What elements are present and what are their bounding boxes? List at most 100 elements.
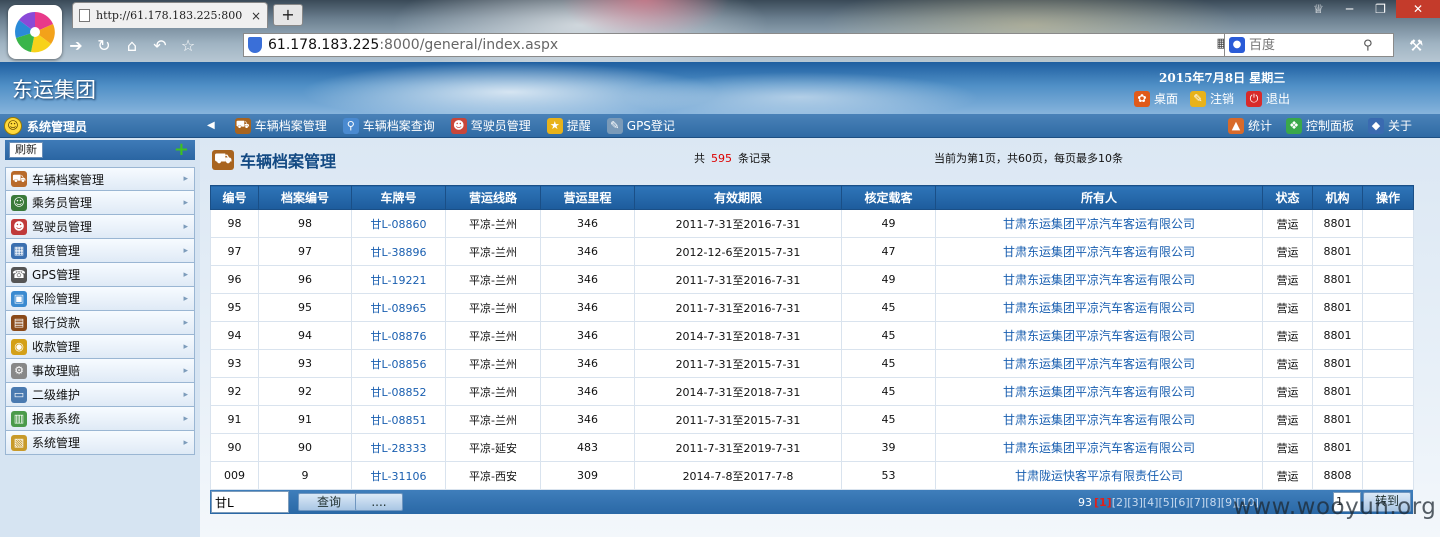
column-header[interactable]: 编号 [210,185,259,210]
table-row[interactable]: 97 97 甘L-38896 平凉-兰州 346 2012-12-6至2015-7-31 4… [210,237,1414,266]
desktop-link[interactable]: ✿ 桌面 [1134,90,1178,107]
current-page[interactable]: [1] [1094,496,1112,509]
column-header[interactable]: 车牌号 [351,185,446,210]
column-header[interactable]: 操作 [1362,185,1414,210]
owner-link[interactable]: 甘肃东运集团平凉汽车客运有限公司 [935,433,1263,462]
sidebar-item[interactable]: ▥ 报表系统 ▸ [5,407,195,431]
table-row[interactable]: 93 93 甘L-08856 平凉-兰州 346 2011-7-31至2015-7-31 4… [210,349,1414,378]
add-icon[interactable]: + [174,140,189,160]
sidebar-item[interactable]: ☻ 驾驶员管理 ▸ [5,215,195,239]
sidebar-item[interactable]: ▦ 租赁管理 ▸ [5,239,195,263]
tab-close-icon[interactable]: × [251,9,261,23]
sidebar-item[interactable]: ▧ 系统管理 ▸ [5,431,195,455]
shortcut-vehicle-archive[interactable]: ⛟ 车辆档案管理 [234,117,327,134]
back-icon[interactable]: ➔ [64,33,88,57]
reload-icon[interactable]: ↻ [92,33,116,57]
sidebar-menu: ⛟ 车辆档案管理 ▸ ☺ 乘务员管理 ▸ ☻ 驾驶员管理 ▸ ▦ 租赁管理 ▸ ☎ GPS管理 ▸ ▣ 保险管理… [5,167,195,455]
column-header[interactable]: 有效期限 [634,185,842,210]
search-box[interactable]: ● ⚲ [1224,33,1394,57]
plate-link[interactable]: 甘L-08851 [351,405,446,434]
column-header[interactable]: 档案编号 [258,185,352,210]
owner-link[interactable]: 甘肃东运集团平凉汽车客运有限公司 [935,209,1263,238]
column-header[interactable]: 机构 [1312,185,1363,210]
maximize-icon[interactable]: ❐ [1365,0,1396,18]
table-row[interactable]: 95 95 甘L-08965 平凉-兰州 346 2011-7-31至2016-7-31 4… [210,293,1414,322]
owner-link[interactable]: 甘肃东运集团平凉汽车客运有限公司 [935,237,1263,266]
table-row[interactable]: 96 96 甘L-19221 平凉-兰州 346 2011-7-31至2016-7-31 4… [210,265,1414,294]
action-cell[interactable] [1362,461,1414,490]
plate-link[interactable]: 甘L-31106 [351,461,446,490]
logout-link[interactable]: ✎ 注销 [1190,90,1234,107]
tools-wrench-icon[interactable]: ⚒ [1409,36,1423,55]
owner-link[interactable]: 甘肃东运集团平凉汽车客运有限公司 [935,405,1263,434]
owner-link[interactable]: 甘肃陇运快客平凉有限责任公司 [935,461,1263,490]
column-header[interactable]: 所有人 [935,185,1263,210]
search-field[interactable] [211,491,289,513]
sidebar-item[interactable]: ⚙ 事故理赔 ▸ [5,359,195,383]
undo-icon[interactable]: ↶ [148,33,172,57]
sidebar-item[interactable]: ☎ GPS管理 ▸ [5,263,195,287]
close-window-icon[interactable]: ✕ [1396,0,1440,18]
action-cell[interactable] [1362,237,1414,266]
action-cell[interactable] [1362,433,1414,462]
table-row[interactable]: 92 92 甘L-08852 平凉-兰州 346 2014-7-31至2018-7-31 4… [210,377,1414,406]
address-bar[interactable]: 61.178.183.225 :8000/general/index.aspx … [243,33,1281,57]
shirt-icon[interactable]: ♕ [1303,0,1334,18]
plate-link[interactable]: 甘L-19221 [351,265,446,294]
collapse-arrow-icon[interactable]: ◀ [207,120,215,131]
sidebar-item[interactable]: ◉ 收款管理 ▸ [5,335,195,359]
browser-tab[interactable]: http://61.178.183.225:800 × [72,2,268,28]
plate-link[interactable]: 甘L-08852 [351,377,446,406]
owner-link[interactable]: 甘肃东运集团平凉汽车客运有限公司 [935,321,1263,350]
action-cell[interactable] [1362,293,1414,322]
owner-link[interactable]: 甘肃东运集团平凉汽车客运有限公司 [935,265,1263,294]
new-tab-button[interactable]: + [273,4,303,26]
plate-link[interactable]: 甘L-08965 [351,293,446,322]
shortcut-gps[interactable]: ✎ GPS登记 [606,117,675,134]
column-header[interactable]: 核定载客 [841,185,936,210]
action-cell[interactable] [1362,405,1414,434]
plate-link[interactable]: 甘L-28333 [351,433,446,462]
owner-link[interactable]: 甘肃东运集团平凉汽车客运有限公司 [935,293,1263,322]
browser-logo-icon[interactable] [8,5,62,59]
table-row[interactable]: 91 91 甘L-08851 平凉-兰州 346 2011-7-31至2015-7-31 4… [210,405,1414,434]
sidebar-item[interactable]: ⛟ 车辆档案管理 ▸ [5,167,195,191]
sidebar-item[interactable]: ▣ 保险管理 ▸ [5,287,195,311]
stats-link[interactable]: ▲ 统计 [1228,117,1272,134]
plate-link[interactable]: 甘L-08860 [351,209,446,238]
shortcut-driver[interactable]: ☻ 驾驶员管理 [450,117,531,134]
more-button[interactable]: .... [355,493,403,511]
refresh-button[interactable]: 刷新 [9,142,43,158]
plate-link[interactable]: 甘L-38896 [351,237,446,266]
column-header[interactable]: 状态 [1262,185,1313,210]
column-header[interactable]: 营运线路 [445,185,541,210]
table-row[interactable]: 009 9 甘L-31106 平凉-西安 309 2014-7-8至2017-7-8 53 甘… [210,461,1414,490]
action-cell[interactable] [1362,377,1414,406]
owner-link[interactable]: 甘肃东运集团平凉汽车客运有限公司 [935,377,1263,406]
minimize-icon[interactable]: ─ [1334,0,1365,18]
about-link[interactable]: ◆ 关于 [1368,117,1412,134]
table-row[interactable]: 98 98 甘L-08860 平凉-兰州 346 2011-7-31至2016-7-31 4… [210,209,1414,238]
favorite-icon[interactable]: ☆ [176,33,200,57]
action-cell[interactable] [1362,209,1414,238]
search-input[interactable] [1249,37,1359,53]
shortcut-reminder[interactable]: ★ 提醒 [546,117,591,134]
sidebar-item[interactable]: ▤ 银行贷款 ▸ [5,311,195,335]
action-cell[interactable] [1362,265,1414,294]
action-cell[interactable] [1362,321,1414,350]
shortcut-vehicle-query[interactable]: ⚲ 车辆档案查询 [342,117,435,134]
home-icon[interactable]: ⌂ [120,33,144,57]
action-cell[interactable] [1362,349,1414,378]
search-icon[interactable]: ⚲ [1363,38,1373,53]
table-row[interactable]: 90 90 甘L-28333 平凉-延安 483 2011-7-31至2019-7-31 3… [210,433,1414,462]
exit-link[interactable]: ⏻ 退出 [1246,90,1290,107]
column-header[interactable]: 营运里程 [540,185,635,210]
table-row[interactable]: 94 94 甘L-08876 平凉-兰州 346 2014-7-31至2018-7-31 4… [210,321,1414,350]
sidebar-item[interactable]: ▭ 二级维护 ▸ [5,383,195,407]
sidebar-item[interactable]: ☺ 乘务员管理 ▸ [5,191,195,215]
plate-link[interactable]: 甘L-08856 [351,349,446,378]
plate-link[interactable]: 甘L-08876 [351,321,446,350]
control-panel-link[interactable]: ❖ 控制面板 [1286,117,1354,134]
owner-link[interactable]: 甘肃东运集团平凉汽车客运有限公司 [935,349,1263,378]
query-button[interactable]: 查询 [298,493,360,511]
